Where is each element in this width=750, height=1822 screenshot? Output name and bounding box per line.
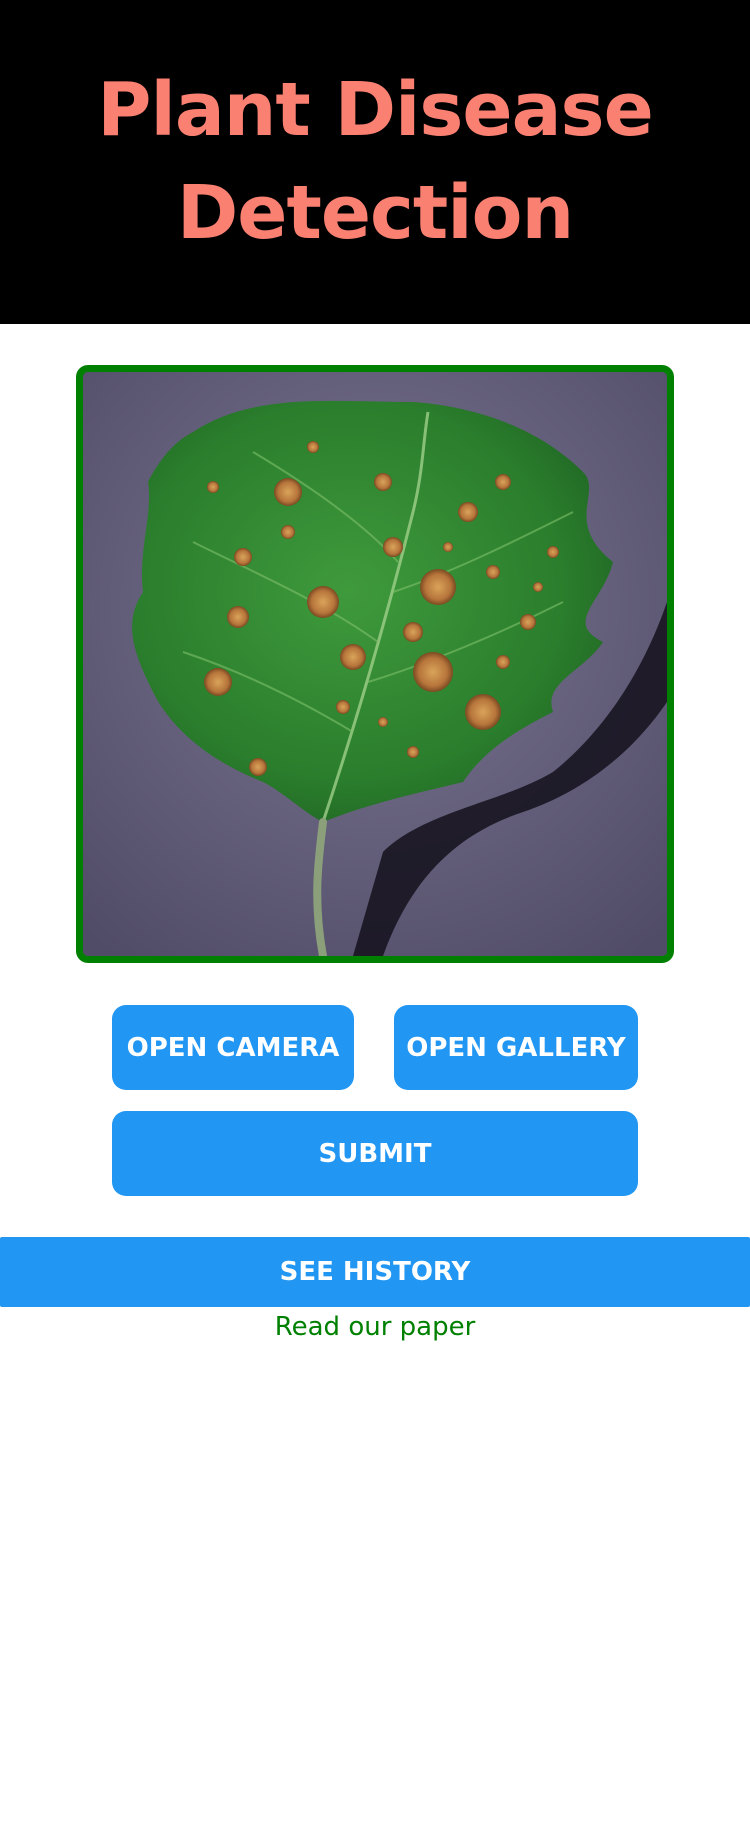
leaf-photo: [83, 372, 667, 956]
open-camera-button[interactable]: OPEN CAMERA: [112, 1005, 354, 1090]
page-title: Plant Disease Detection: [97, 67, 654, 256]
open-gallery-button[interactable]: OPEN GALLERY: [394, 1005, 638, 1090]
submit-button[interactable]: SUBMIT: [112, 1111, 638, 1196]
see-history-button[interactable]: SEE HISTORY: [0, 1237, 750, 1307]
read-paper-link[interactable]: Read our paper: [0, 1308, 750, 1346]
leaf-image-preview: [76, 365, 674, 963]
app-header: Plant Disease Detection: [0, 0, 750, 324]
